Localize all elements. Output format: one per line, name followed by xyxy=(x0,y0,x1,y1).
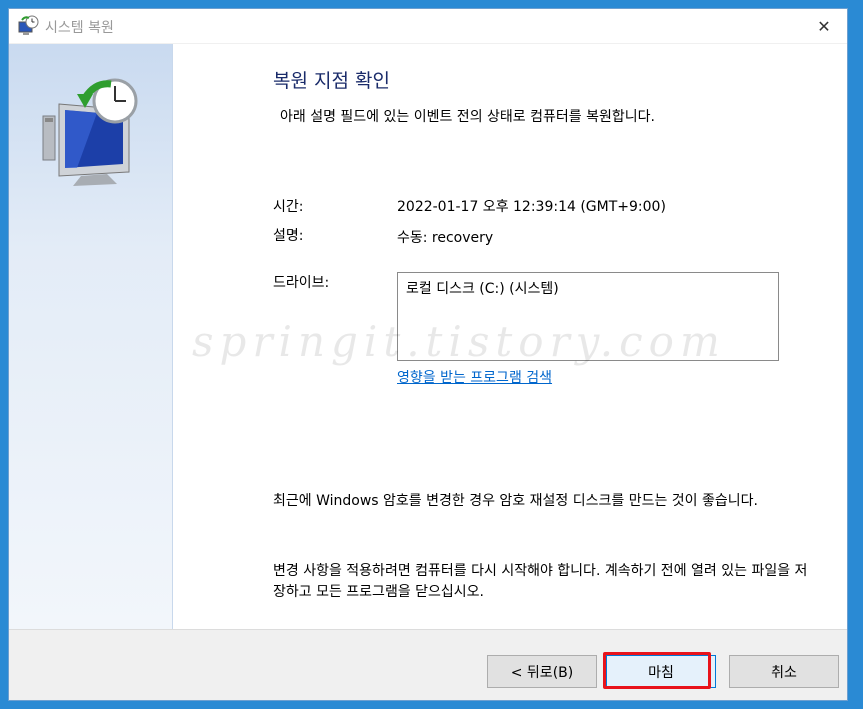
back-button[interactable]: < 뒤로(B) xyxy=(487,655,597,688)
restart-notice: 변경 사항을 적용하려면 컴퓨터를 다시 시작해야 합니다. 계속하기 전에 열… xyxy=(273,563,808,600)
drives-label: 드라이브: xyxy=(273,275,330,291)
system-restore-dialog: 시스템 복원 ✕ 복원 지점 확인 아래 설명 필드에 있는 이벤트 전의 상태… xyxy=(8,8,848,701)
description-value: 수동: recovery xyxy=(397,230,494,246)
page-title: 복원 지점 확인 xyxy=(273,70,390,92)
close-icon: ✕ xyxy=(817,16,831,36)
finish-button[interactable]: 마침 xyxy=(606,655,716,688)
footer-divider xyxy=(9,629,847,630)
time-value: 2022-01-17 오후 12:39:14 (GMT+9:00) xyxy=(397,199,666,215)
page-description: 아래 설명 필드에 있는 이벤트 전의 상태로 컴퓨터를 복원합니다. xyxy=(280,109,655,125)
title-bar: 시스템 복원 ✕ xyxy=(9,9,847,43)
cancel-button[interactable]: 취소 xyxy=(729,655,839,688)
scan-affected-programs-link[interactable]: 영향을 받는 프로그램 검색 xyxy=(397,367,552,387)
close-button[interactable]: ✕ xyxy=(801,9,847,43)
system-restore-icon xyxy=(17,15,39,37)
description-label: 설명: xyxy=(273,228,304,244)
sidebar-panel xyxy=(9,44,173,629)
drive-item-c: 로컬 디스크 (C:) (시스템) xyxy=(406,281,559,297)
password-notice: 최근에 Windows 암호를 변경한 경우 암호 재설정 디스크를 만드는 것… xyxy=(273,493,758,509)
watermark: springit.tistory.com xyxy=(192,317,726,366)
window-title: 시스템 복원 xyxy=(45,20,114,36)
time-label: 시간: xyxy=(273,199,304,215)
restore-computer-clock-icon xyxy=(37,76,147,186)
